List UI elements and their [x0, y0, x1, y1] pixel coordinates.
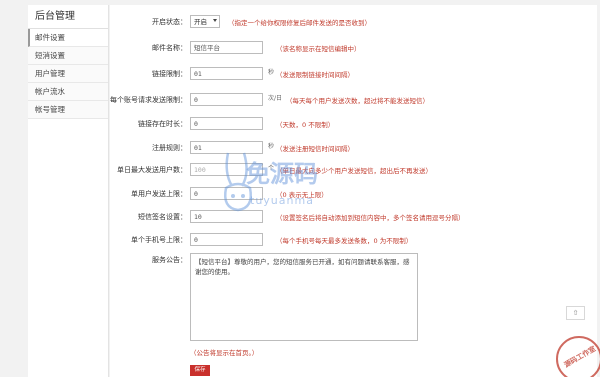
- daily-users-label: 单日最大发送用户数：: [117, 166, 187, 174]
- form-row-link-duration: 链接存在时长： 0 （天数，0 不限制）: [110, 117, 597, 131]
- register-rule-hint: （发送注册短信时间间隔）: [276, 145, 354, 153]
- sidebar-title: 后台管理: [28, 5, 108, 29]
- form-row-daily-users: 单日最大发送用户数： 100 个 （单日最大向多少个用户发送短信，超出后不再发送…: [110, 163, 597, 177]
- sidebar-item-mail-settings[interactable]: 邮件设置: [28, 29, 108, 47]
- notice-textarea[interactable]: 【短信平台】尊敬的用户，您的短信服务已开通，如有问题请联系客服，感谢您的使用。: [190, 253, 418, 341]
- user-send-limit-input[interactable]: 0: [190, 187, 263, 200]
- form-row-request-limit: 每个账号请求发送限制： 0 次/日 （每天每个用户发送次数，超过将不能发送短信）: [110, 93, 597, 107]
- register-rule-label: 注册规则：: [152, 144, 187, 152]
- scroll-to-top-button[interactable]: ⇧: [566, 306, 585, 320]
- mail-name-label: 邮件名称：: [152, 44, 187, 52]
- sidebar-item-account-flow[interactable]: 帐户流水: [28, 83, 108, 101]
- request-limit-unit: 次/日: [268, 95, 283, 102]
- sidebar-item-account-management[interactable]: 帐号管理: [28, 101, 108, 119]
- form-row-status: 开启状态： 开启 （指定一个给你权限修复后邮件发送的是否收到）: [110, 15, 597, 29]
- signature-hint: （设置签名后将自动添加到短信内容中，多个签名请用逗号分隔）: [276, 214, 465, 222]
- user-send-limit-label: 单用户发送上限：: [131, 190, 187, 198]
- link-duration-label: 链接存在时长：: [138, 120, 187, 128]
- link-limit-hint: （发送限制链接时间间隔）: [276, 71, 354, 79]
- sidebar: 后台管理 邮件设置 短消设置 用户管理 帐户流水 帐号管理: [28, 5, 109, 377]
- save-button[interactable]: 保存: [190, 365, 210, 376]
- notice-label: 服务公告：: [152, 256, 187, 264]
- status-label: 开启状态：: [152, 18, 187, 26]
- request-limit-hint: （每天每个用户发送次数，超过将不能发送短信）: [286, 97, 429, 105]
- link-limit-input[interactable]: 01: [190, 67, 263, 80]
- daily-users-input[interactable]: 100: [190, 163, 263, 176]
- settings-form: 开启状态： 开启 （指定一个给你权限修复后邮件发送的是否收到） 邮件名称： 短信…: [110, 5, 597, 377]
- register-rule-input[interactable]: 01: [190, 141, 263, 154]
- link-limit-label: 链接限制：: [152, 70, 187, 78]
- mail-name-input[interactable]: 短信平台: [190, 41, 263, 54]
- form-row-signature: 短信签名设置： 10 （设置签名后将自动添加到短信内容中，多个签名请用逗号分隔）: [110, 210, 597, 224]
- user-send-limit-hint: （0 表示无上限）: [276, 191, 328, 199]
- request-limit-input[interactable]: 0: [190, 93, 263, 106]
- phone-limit-hint: （每个手机号每天最多发送条数，0 为不限制）: [276, 237, 413, 245]
- link-duration-hint: （天数，0 不限制）: [276, 121, 335, 129]
- link-limit-unit: 秒: [268, 69, 275, 76]
- link-duration-input[interactable]: 0: [190, 117, 263, 130]
- status-select-value: 开启: [194, 18, 207, 26]
- form-row-link-limit: 链接限制： 01 秒 （发送限制链接时间间隔）: [110, 67, 597, 81]
- signature-label: 短信签名设置：: [138, 213, 187, 221]
- notice-hint: （公告将显示在首页。）: [190, 349, 259, 357]
- chevron-down-icon: [213, 19, 217, 22]
- status-hint: （指定一个给你权限修复后邮件发送的是否收到）: [228, 19, 371, 27]
- sidebar-item-sms-settings[interactable]: 短消设置: [28, 47, 108, 65]
- mail-name-hint: （该名称显示在短信编辑中）: [276, 45, 361, 53]
- request-limit-label: 每个账号请求发送限制：: [110, 96, 187, 104]
- daily-users-unit: 个: [268, 165, 275, 172]
- sidebar-item-user-management[interactable]: 用户管理: [28, 65, 108, 83]
- register-rule-unit: 秒: [268, 143, 275, 150]
- status-select[interactable]: 开启: [190, 15, 220, 28]
- form-row-register-rule: 注册规则： 01 秒 （发送注册短信时间间隔）: [110, 141, 597, 155]
- form-row-phone-limit: 单个手机号上限： 0 （每个手机号每天最多发送条数，0 为不限制）: [110, 233, 597, 247]
- signature-input[interactable]: 10: [190, 210, 263, 223]
- form-row-user-send-limit: 单用户发送上限： 0 （0 表示无上限）: [110, 187, 597, 201]
- form-row-mail-name: 邮件名称： 短信平台 （该名称显示在短信编辑中）: [110, 41, 597, 55]
- daily-users-hint: （单日最大向多少个用户发送短信，超出后不再发送）: [276, 167, 432, 175]
- phone-limit-label: 单个手机号上限：: [131, 236, 187, 244]
- phone-limit-input[interactable]: 0: [190, 233, 263, 246]
